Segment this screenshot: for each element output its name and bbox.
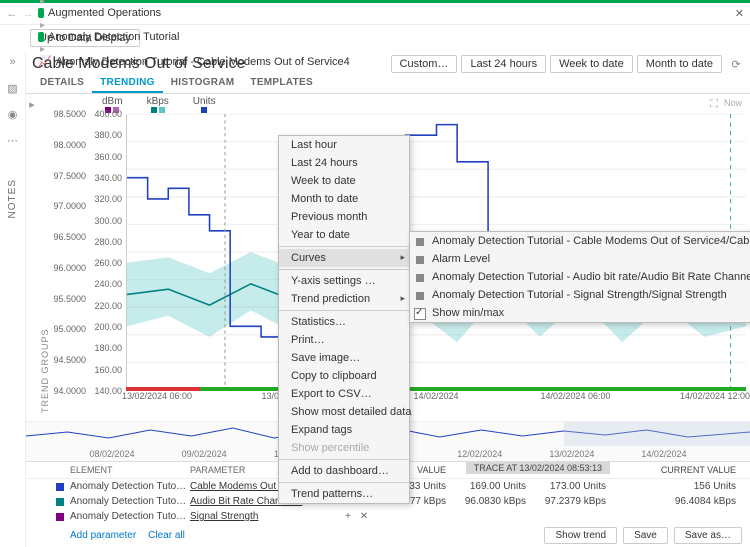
menu-item[interactable]: Add to dashboard…: [279, 462, 409, 480]
col-element: ELEMENT: [70, 465, 190, 475]
menu-item[interactable]: Curves: [279, 249, 409, 267]
tab-details[interactable]: DETAILS: [32, 73, 92, 93]
menu-item[interactable]: Trend patterns…: [279, 485, 409, 503]
menu-item[interactable]: Copy to clipboard: [279, 367, 409, 385]
left-rail: » ▧ ◉ ⋯ NOTES: [0, 51, 26, 547]
close-icon[interactable]: ✕: [735, 7, 744, 20]
parameter-link[interactable]: Signal Strength: [190, 511, 340, 522]
fullscreen-icon[interactable]: ⛶: [710, 98, 718, 111]
trend-groups-label: TREND GROUPS: [38, 94, 52, 421]
menu-item[interactable]: Trend prediction: [279, 290, 409, 308]
submenu-item[interactable]: Anomaly Detection Tutorial - Cable Modem…: [410, 232, 750, 250]
element-cell: Anomaly Detection Tuto…: [70, 496, 190, 507]
submenu-item[interactable]: Anomaly Detection Tutorial - Audio bit r…: [410, 268, 750, 286]
add-icon[interactable]: +: [340, 511, 356, 522]
context-menu[interactable]: Last hourLast 24 hoursWeek to dateMonth …: [278, 135, 410, 504]
menu-item[interactable]: Year to date: [279, 226, 409, 244]
now-label: Now: [724, 98, 742, 108]
submenu-item[interactable]: Anomaly Detection Tutorial - Signal Stre…: [410, 286, 750, 304]
rail-icon-1[interactable]: ▧: [6, 81, 20, 95]
show-trend-button[interactable]: Show trend: [544, 527, 617, 544]
series-color-swatch: [56, 498, 64, 506]
menu-item: Show percentile: [279, 439, 409, 457]
breadcrumb-item[interactable]: Anomaly Detection Tutorial: [38, 31, 350, 43]
grid-row[interactable]: Anomaly Detection Tuto…Signal Strength+✕: [26, 509, 750, 524]
tab-templates[interactable]: TEMPLATES: [242, 73, 321, 93]
menu-item[interactable]: Expand tags: [279, 421, 409, 439]
col-current: CURRENT VALUE: [612, 465, 750, 475]
menu-item[interactable]: Last hour: [279, 136, 409, 154]
breadcrumb: ← → Root View▸Dat…▸Augmented Operations▸…: [0, 3, 750, 25]
trace-at-label: TRACE AT 13/02/2024 08:53:13: [466, 462, 610, 474]
submenu-item[interactable]: Show min/max: [410, 304, 750, 322]
tab-trending[interactable]: TRENDING: [92, 73, 163, 93]
series-color-swatch: [56, 513, 64, 521]
time-mtd-button[interactable]: Month to date: [637, 55, 722, 73]
menu-item[interactable]: Print…: [279, 331, 409, 349]
menu-item[interactable]: Month to date: [279, 190, 409, 208]
refresh-icon[interactable]: ⟳: [728, 56, 744, 72]
menu-item[interactable]: Last 24 hours: [279, 154, 409, 172]
menu-item[interactable]: Statistics…: [279, 313, 409, 331]
legend-item: kBps: [147, 96, 169, 113]
menu-item[interactable]: Week to date: [279, 172, 409, 190]
legend-item: Units: [193, 96, 216, 113]
element-cell: Anomaly Detection Tuto…: [70, 511, 190, 522]
trend-groups-toggle[interactable]: ▸: [26, 94, 38, 421]
time-last24-button[interactable]: Last 24 hours: [461, 55, 546, 73]
page-title: Cable Modems Out of Service: [32, 55, 245, 73]
remove-icon[interactable]: ✕: [356, 511, 372, 522]
collapse-icon[interactable]: »: [6, 55, 20, 69]
menu-item[interactable]: Save image…: [279, 349, 409, 367]
tab-histogram[interactable]: HISTOGRAM: [163, 73, 243, 93]
notes-tab[interactable]: NOTES: [7, 179, 18, 218]
add-parameter-link[interactable]: Add parameter: [70, 530, 136, 541]
curves-submenu[interactable]: Anomaly Detection Tutorial - Cable Modem…: [409, 231, 750, 323]
menu-item[interactable]: Y-axis settings …: [279, 272, 409, 290]
nav-forward-icon[interactable]: →: [20, 8, 36, 20]
time-custom-button[interactable]: Custom…: [391, 55, 458, 73]
time-wtd-button[interactable]: Week to date: [550, 55, 633, 73]
series-color-swatch: [56, 483, 64, 491]
clear-all-link[interactable]: Clear all: [148, 530, 185, 541]
menu-item[interactable]: Previous month: [279, 208, 409, 226]
breadcrumb-item[interactable]: Augmented Operations: [38, 7, 350, 19]
menu-item[interactable]: Show most detailed data: [279, 403, 409, 421]
menu-item[interactable]: Export to CSV…: [279, 385, 409, 403]
save-as-button[interactable]: Save as…: [674, 527, 742, 544]
nav-back-icon[interactable]: ←: [4, 8, 20, 20]
rail-icon-3[interactable]: ⋯: [6, 133, 20, 147]
tabs: DETAILSTRENDINGHISTOGRAMTEMPLATES: [26, 73, 750, 94]
submenu-item[interactable]: Alarm Level: [410, 250, 750, 268]
rail-icon-2[interactable]: ◉: [6, 107, 20, 121]
element-cell: Anomaly Detection Tuto…: [70, 481, 190, 492]
save-button[interactable]: Save: [623, 527, 668, 544]
